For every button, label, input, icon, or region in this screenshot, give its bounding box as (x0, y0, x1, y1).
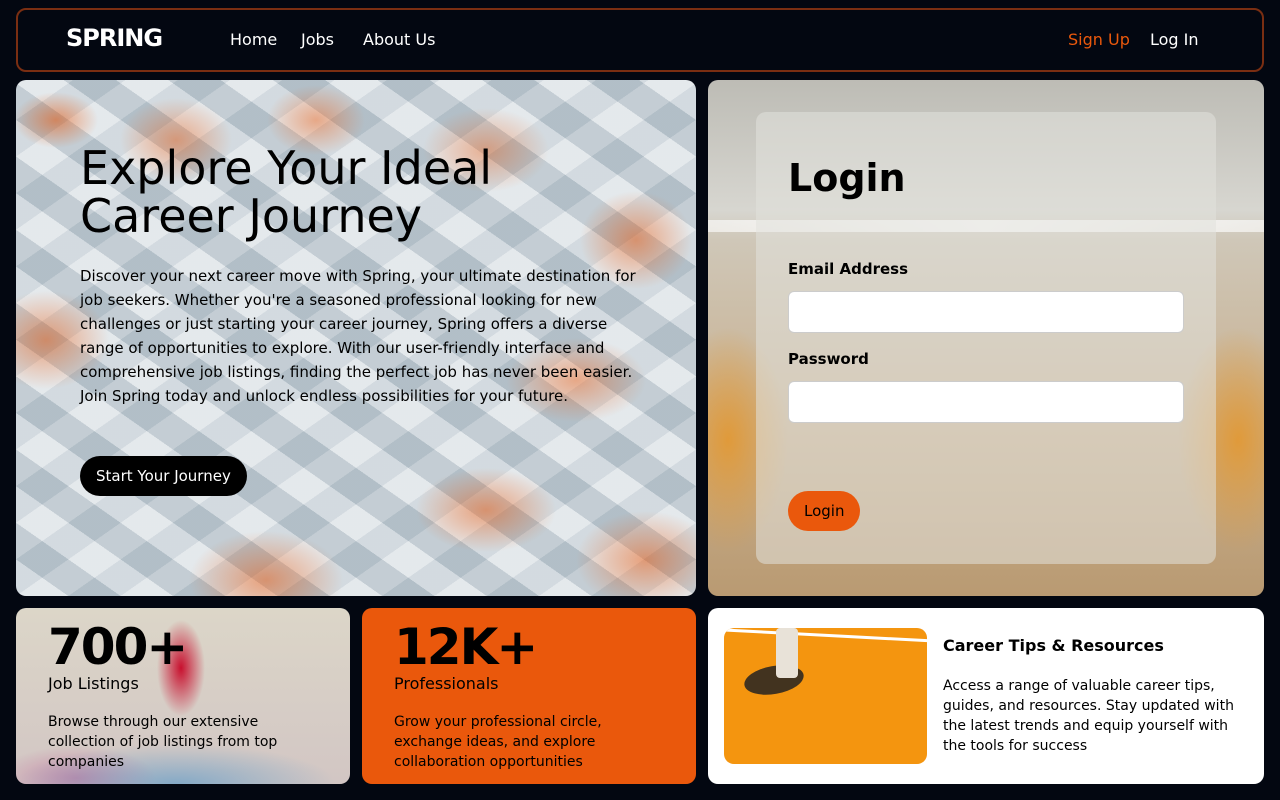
stat-description: Browse through our extensive collection … (48, 714, 278, 770)
login-card: Login Email Address Password Login (756, 112, 1216, 564)
nav-link-about-us[interactable]: About Us (363, 30, 435, 49)
stat-description: Grow your professional circle, exchange … (394, 714, 602, 770)
nav-signup-link[interactable]: Sign Up (1068, 30, 1130, 49)
password-field[interactable] (788, 381, 1184, 423)
stat-card-job-listings: 700+ Job Listings Browse through our ext… (16, 608, 350, 784)
login-title: Login (788, 156, 906, 200)
career-tips-image (724, 628, 927, 764)
tips-title: Career Tips & Resources (943, 636, 1164, 655)
brand-logo[interactable]: SPRING (66, 24, 163, 52)
person-figure (776, 628, 798, 678)
tips-description: Access a range of valuable career tips, … (943, 678, 1234, 754)
login-button[interactable]: Login (788, 491, 861, 531)
nav-login-link[interactable]: Log In (1150, 30, 1199, 49)
hero-section: Explore Your Ideal Career Journey Discov… (16, 80, 696, 596)
nav-link-jobs[interactable]: Jobs (301, 30, 334, 49)
stat-label: Professionals (394, 674, 499, 693)
email-label: Email Address (788, 260, 909, 278)
court-line (724, 628, 927, 643)
career-tips-card[interactable]: Career Tips & Resources Access a range o… (708, 608, 1264, 784)
hero-description: Discover your next career move with Spri… (80, 267, 636, 405)
login-panel: Login Email Address Password Login (708, 80, 1264, 596)
hero-title: Explore Your Ideal Career Journey (80, 141, 493, 243)
nav-link-home[interactable]: Home (230, 30, 277, 49)
password-label: Password (788, 350, 869, 368)
stat-number: 12K+ (394, 618, 538, 676)
stat-number: 700+ (48, 618, 188, 676)
stat-label: Job Listings (48, 674, 139, 693)
start-journey-button[interactable]: Start Your Journey (80, 456, 247, 496)
stat-card-professionals: 12K+ Professionals Grow your professiona… (362, 608, 696, 784)
top-navbar: SPRING Home Jobs About Us Sign Up Log In (16, 8, 1264, 72)
email-field[interactable] (788, 291, 1184, 333)
